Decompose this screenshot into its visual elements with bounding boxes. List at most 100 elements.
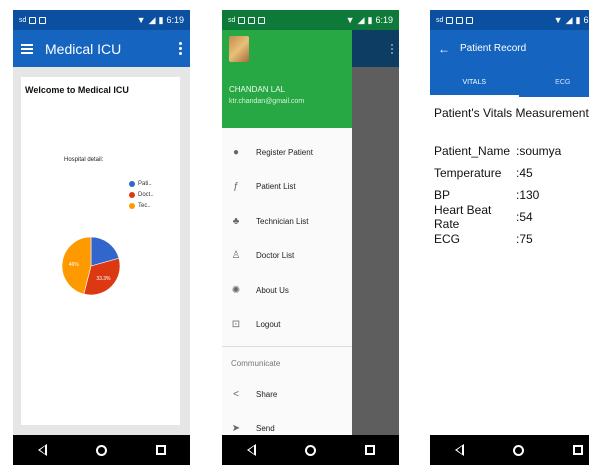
back-arrow-icon[interactable]: ← — [438, 42, 450, 56]
vital-label: ECG — [434, 232, 461, 246]
scrim[interactable] — [352, 30, 399, 435]
back-icon[interactable] — [37, 444, 47, 456]
cell-icon: ◢ — [565, 14, 573, 25]
menu-item-technician-list[interactable]: ♣ Technician List — [222, 204, 352, 239]
legend-item[interactable]: Pati.. — [129, 181, 154, 187]
app-icon — [39, 16, 47, 24]
legend-label: Pati.. — [138, 181, 152, 187]
signal-icon: sd — [436, 16, 444, 24]
vital-row: Patient_Name :soumya — [434, 140, 589, 162]
battery-icon: ▮ — [367, 14, 373, 25]
menu-item-patient-list[interactable]: ƒ Patient List — [222, 170, 352, 205]
home-icon[interactable] — [95, 444, 107, 456]
status-bar: sd ▼◢▮6:19 — [13, 10, 190, 30]
legend-item[interactable]: Tec.. — [129, 203, 154, 209]
menu-item-label: Share — [256, 389, 278, 399]
vital-value: :75 — [516, 232, 533, 246]
vital-value: :130 — [516, 188, 540, 202]
share-icon: < — [233, 388, 239, 400]
recents-icon[interactable] — [364, 445, 375, 455]
pie-chart[interactable]: 46% 33.3% — [61, 236, 121, 296]
clock: 6:19 — [583, 15, 589, 25]
pie-data-label: 33.3% — [96, 276, 111, 282]
signal-icon: sd — [19, 16, 27, 24]
vital-value: :soumya — [516, 144, 562, 158]
menu-item-logout[interactable]: ⊡ Logout — [222, 308, 352, 343]
menu-item-label: Register Patient — [256, 147, 313, 157]
menu-item-label: About Us — [256, 285, 289, 295]
home-icon[interactable] — [512, 444, 524, 456]
user-email: ktr.chandan@gmail.com — [229, 98, 305, 105]
vitals-heading: Patient's Vitals Measurements — [434, 106, 589, 120]
doctor-icon: ♙ — [231, 250, 241, 262]
menu-item-doctor-list[interactable]: ♙ Doctor List — [222, 239, 352, 274]
drawer-header: CHANDAN LAL ktr.chandan@gmail.com — [222, 30, 352, 128]
app-title: Medical ICU — [45, 40, 122, 57]
chart-title: Hospital detail: — [64, 157, 104, 163]
logout-icon: ⊡ — [231, 319, 241, 331]
vital-label: Temperature — [434, 166, 502, 180]
status-bar: sd ▼◢▮6:19 — [430, 10, 589, 30]
back-icon[interactable] — [246, 444, 256, 456]
home-screen: sd ▼ ◢ ▮ 6:19 Medical ICU Welcome to Medica… — [13, 10, 190, 465]
send-icon: ➤ — [231, 423, 241, 435]
menu-item-label: Technician List — [256, 216, 309, 226]
clock: 6:19 — [375, 15, 393, 25]
tab-ecg[interactable]: ECG — [519, 67, 589, 97]
vital-row: Heart Beat Rate :54 — [434, 203, 589, 231]
legend-item[interactable]: Doct.. — [129, 192, 154, 198]
page-title: Patient Record — [460, 43, 527, 54]
menu-item-about-us[interactable]: ✺ About Us — [222, 273, 352, 308]
chart-legend: Pati.. Doct.. Tec.. — [129, 181, 154, 214]
recents-icon[interactable] — [572, 445, 583, 455]
legend-dot — [129, 192, 135, 198]
drawer-screen: sd ▼ ◢ ▮ 6:19 CHANDAN LAL ktr.chandan@gmail… — [222, 10, 399, 465]
welcome-card: Welcome to Medical ICU Hospital detail: … — [21, 77, 180, 425]
vital-row: ECG :75 — [434, 228, 589, 250]
vital-row: Temperature :45 — [434, 162, 589, 184]
vitals-list: Patient_Name :soumya Temperature :45 BP :13… — [430, 140, 589, 250]
overflow-menu-icon — [391, 42, 393, 56]
menu-item-label: Patient List — [256, 182, 296, 192]
user-name: CHANDAN LAL — [229, 85, 286, 94]
image-icon — [466, 16, 474, 24]
menu-item-label: Doctor List — [256, 251, 295, 261]
cell-icon: ◢ — [357, 14, 365, 25]
patient-record-screen: sd ▼◢▮6:19 ← Patient Record VITALS ECG P… — [430, 10, 589, 465]
tab-bar: VITALS ECG — [430, 67, 589, 97]
cell-icon: ◢ — [148, 14, 156, 25]
menu-item-label: Logout — [256, 320, 281, 330]
menu-icon[interactable] — [21, 42, 33, 56]
legend-dot — [129, 181, 135, 187]
menu-item-share[interactable]: < Share — [222, 377, 352, 412]
app-icon — [456, 16, 464, 24]
notification-icon — [29, 16, 37, 24]
vital-label: BP — [434, 188, 451, 202]
globe-icon: ✺ — [231, 284, 241, 296]
overflow-menu-icon[interactable] — [179, 40, 182, 57]
menu-item-label: Send — [256, 424, 275, 434]
section-header: Communicate — [231, 359, 281, 368]
home-icon[interactable] — [304, 444, 316, 456]
back-icon[interactable] — [454, 444, 464, 456]
vital-label: Heart Beat Rate — [434, 203, 492, 231]
drawer-menu: ● Register Patient ƒ Patient List ♣ Technic… — [222, 128, 352, 446]
recents-icon[interactable] — [155, 445, 166, 455]
vital-value: :45 — [516, 166, 533, 180]
clock: 6:19 — [166, 15, 184, 25]
legend-label: Doct.. — [138, 192, 154, 198]
tab-vitals[interactable]: VITALS — [430, 67, 519, 97]
nav-drawer: CHANDAN LAL ktr.chandan@gmail.com ● Regis… — [222, 30, 352, 435]
nav-bar — [430, 435, 589, 465]
menu-item-register-patient[interactable]: ● Register Patient — [222, 135, 352, 170]
app-bar: ← Patient Record — [430, 30, 589, 67]
battery-icon: ▮ — [575, 14, 581, 25]
nav-bar — [13, 435, 190, 465]
app-icon — [248, 16, 256, 24]
vital-label: Patient_Name — [434, 144, 511, 158]
nav-bar — [222, 435, 399, 465]
pie-data-label: 46% — [69, 262, 80, 268]
vital-value: :54 — [516, 210, 533, 224]
signal-icon: sd — [228, 16, 236, 24]
avatar[interactable] — [229, 36, 249, 62]
